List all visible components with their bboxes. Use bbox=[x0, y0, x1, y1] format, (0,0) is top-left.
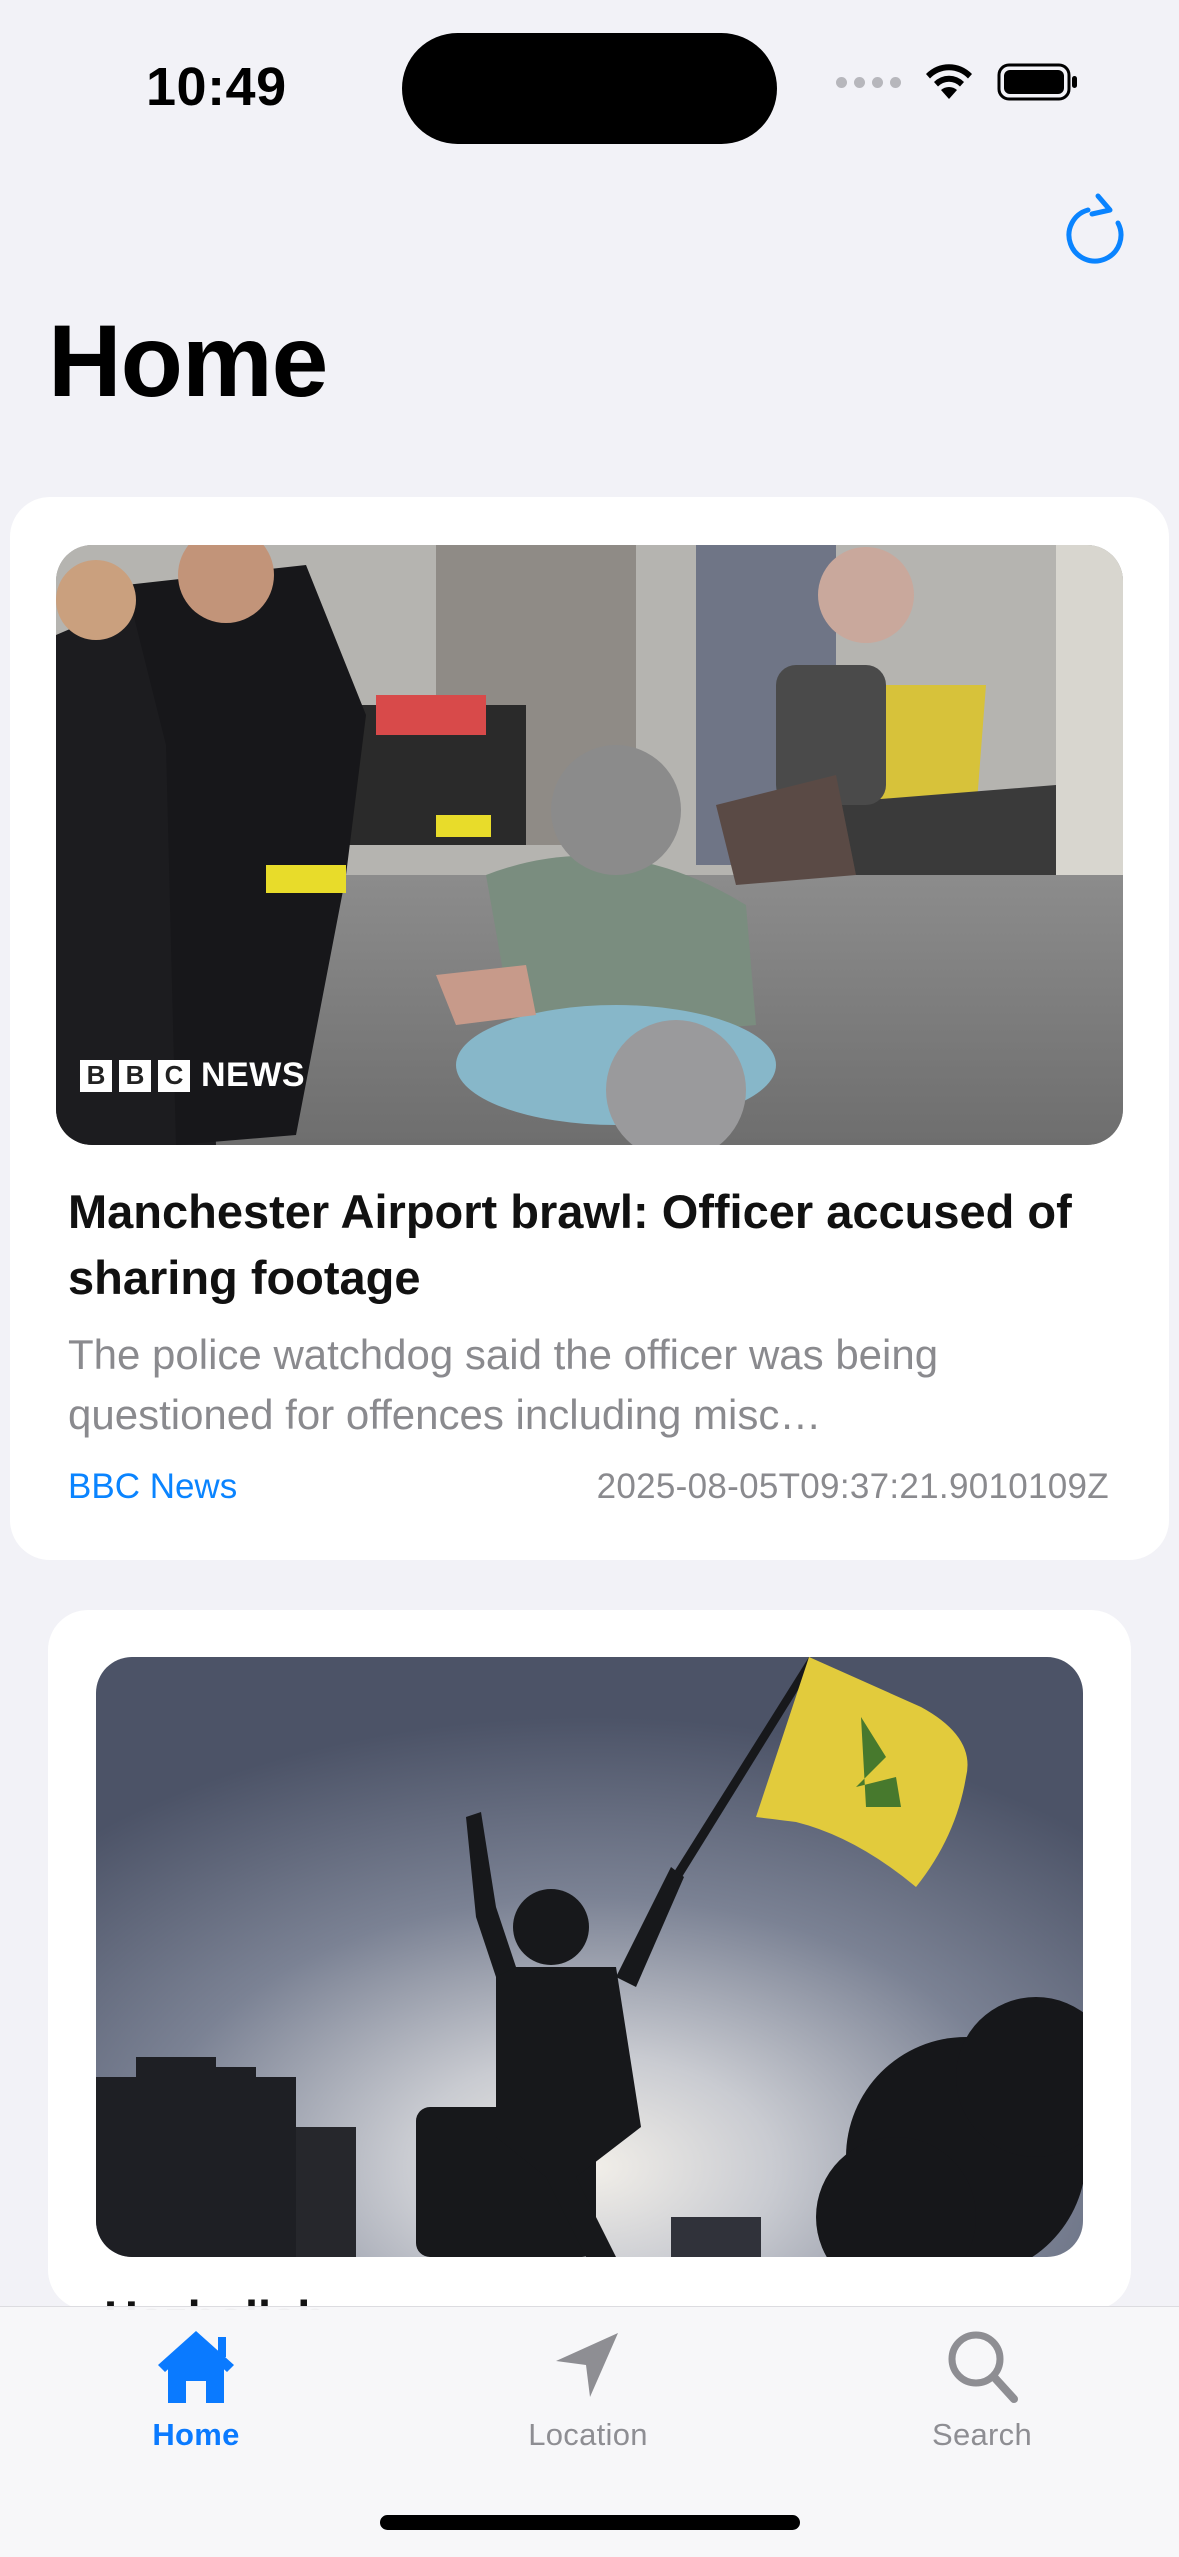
tab-search-label: Search bbox=[931, 2417, 1033, 2452]
status-time: 10:49 bbox=[146, 57, 287, 117]
magnifier-icon bbox=[948, 2331, 1018, 2403]
status-icons bbox=[836, 62, 1079, 102]
tab-location[interactable]: Location bbox=[478, 2327, 698, 2477]
signal-dots-icon bbox=[836, 76, 901, 88]
refresh-icon bbox=[1066, 193, 1124, 264]
house-icon bbox=[158, 2331, 234, 2403]
battery-icon bbox=[997, 63, 1077, 101]
article-summary: The police watchdog said the officer was… bbox=[68, 1331, 939, 1438]
tab-location-label: Location bbox=[528, 2417, 648, 2452]
article-image: B B C NEWS bbox=[56, 545, 1123, 1145]
tab-home[interactable]: Home bbox=[86, 2327, 306, 2477]
location-arrow-icon bbox=[556, 2333, 618, 2397]
article-source: BBC News bbox=[68, 1467, 238, 1506]
article-card[interactable]: Hezbollah bbox=[48, 1610, 1131, 2310]
tab-search[interactable]: Search bbox=[872, 2327, 1092, 2477]
article-card[interactable]: B B C NEWS Manchester Airport brawl: Off… bbox=[10, 497, 1169, 1560]
article-title: Manchester Airport brawl: Officer accuse… bbox=[68, 1185, 1072, 1304]
home-indicator bbox=[380, 2515, 800, 2530]
dynamic-island bbox=[402, 33, 777, 144]
tab-home-label: Home bbox=[152, 2417, 240, 2452]
article-image bbox=[96, 1657, 1083, 2257]
article-date: 2025-08-05T09:37:21.9010109Z bbox=[596, 1467, 1109, 1506]
wifi-icon bbox=[926, 64, 972, 99]
refresh-button[interactable] bbox=[1058, 190, 1132, 268]
bbc-news-logo: B B C NEWS bbox=[80, 1056, 305, 1095]
page-title: Home bbox=[48, 304, 328, 418]
